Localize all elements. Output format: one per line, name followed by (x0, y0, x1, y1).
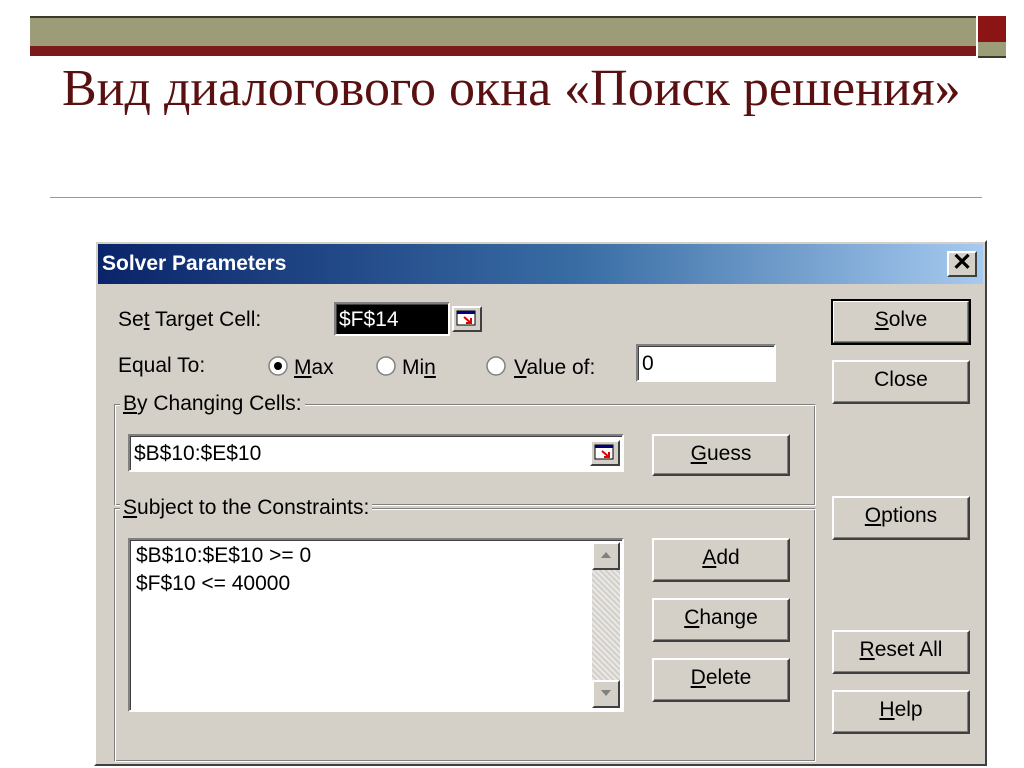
collapse-dialog-icon (456, 310, 476, 326)
arrow-up-icon (601, 552, 611, 558)
value-of-input[interactable]: 0 (636, 344, 776, 382)
constraints-label: Subject to the Constraints: (120, 496, 373, 520)
constraints-listbox[interactable]: $B$10:$E$10 >= 0 $F$10 <= 40000 (128, 538, 624, 712)
arrow-down-icon (601, 690, 611, 696)
list-item[interactable]: $B$10:$E$10 >= 0 (136, 544, 311, 568)
changing-cells-label: By Changing Cells: (120, 392, 305, 416)
radio-unselected-icon (376, 356, 396, 376)
scroll-up-button[interactable] (592, 542, 620, 570)
min-radio[interactable] (376, 356, 396, 376)
target-cell-label: Set Target Cell: (118, 308, 262, 331)
radio-unselected-icon (486, 356, 506, 376)
delete-button[interactable]: Delete (652, 658, 790, 702)
radio-selected-icon (268, 356, 288, 376)
slide-header-bar (30, 16, 976, 56)
max-radio[interactable] (268, 356, 288, 376)
solve-button[interactable]: Solve (831, 299, 971, 345)
title-divider (50, 197, 982, 198)
target-cell-collapse-button[interactable] (452, 306, 482, 332)
value-of-radio-label[interactable]: Value of: (514, 356, 595, 380)
slide-corner-accent-lower (978, 42, 1006, 58)
target-cell-input[interactable]: $F$14 (334, 302, 450, 336)
scroll-down-button[interactable] (592, 680, 620, 708)
changing-cells-collapse-button[interactable] (590, 440, 620, 466)
list-item[interactable]: $F$10 <= 40000 (136, 572, 290, 596)
solver-parameters-dialog: Solver Parameters ✕ Set Target Cell: $F$… (94, 240, 987, 766)
close-button[interactable]: Close (832, 360, 970, 404)
value-of-radio[interactable] (486, 356, 506, 376)
dialog-title: Solver Parameters (102, 252, 287, 275)
close-icon[interactable]: ✕ (947, 251, 977, 277)
slide-corner-accent (978, 16, 1006, 42)
add-button[interactable]: Add (652, 538, 790, 582)
collapse-dialog-icon (594, 444, 614, 460)
dialog-titlebar[interactable]: Solver Parameters ✕ (98, 244, 983, 284)
equal-to-label: Equal To: (118, 354, 206, 377)
min-radio-label[interactable]: Min (402, 356, 436, 380)
max-radio-label[interactable]: Max (294, 356, 334, 380)
help-button[interactable]: Help (832, 690, 970, 734)
changing-cells-input[interactable]: $B$10:$E$10 (128, 434, 624, 472)
change-button[interactable]: Change (652, 598, 790, 642)
options-button[interactable]: Options (832, 496, 970, 540)
guess-button[interactable]: Guess (652, 434, 790, 476)
constraints-scrollbar[interactable] (592, 542, 620, 708)
slide-title: Вид диалогового окна «Поиск решения» (62, 60, 961, 117)
reset-all-button[interactable]: Reset All (832, 630, 970, 674)
slide-header-stripe (30, 46, 976, 56)
